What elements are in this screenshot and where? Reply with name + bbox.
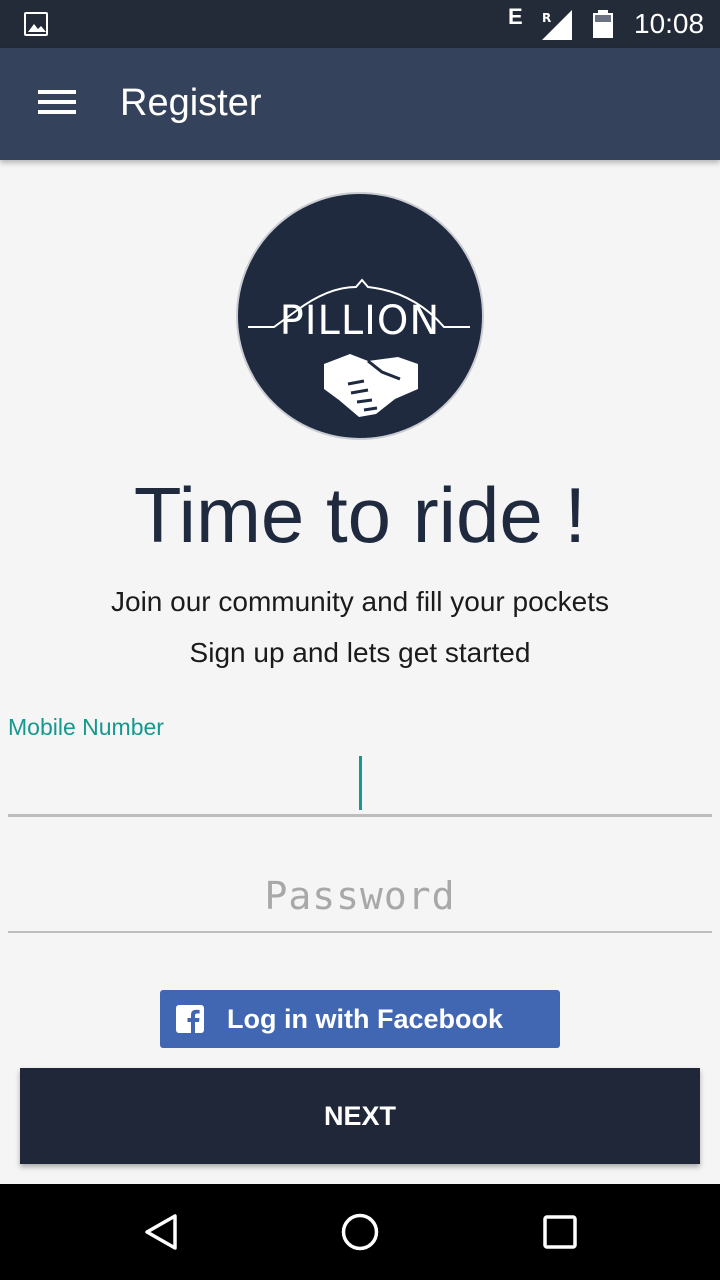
page-title: Register (120, 82, 262, 124)
pillion-logo: PILLION (236, 192, 484, 440)
navigation-bar (0, 1184, 720, 1280)
tagline-line-2: Sign up and lets get started (189, 637, 531, 668)
mobile-number-label: Mobile Number (8, 714, 164, 740)
headline: Time to ride ! (133, 471, 587, 559)
battery-icon (593, 10, 613, 38)
signal-icon: R (542, 10, 572, 40)
facebook-icon (176, 1005, 204, 1033)
logo-text: PILLION (279, 298, 441, 344)
facebook-login-button[interactable]: Log in with Facebook (160, 990, 560, 1048)
recents-icon[interactable] (540, 1212, 580, 1252)
mobile-number-underline (8, 814, 712, 817)
handshake-icon (324, 354, 418, 417)
facebook-login-label: Log in with Facebook (227, 1004, 503, 1034)
clock: 10:08 (634, 8, 705, 39)
back-icon[interactable] (142, 1212, 182, 1252)
hamburger-menu-icon[interactable] (28, 84, 84, 124)
password-underline (8, 931, 712, 933)
password-input[interactable] (8, 872, 712, 920)
home-icon[interactable] (340, 1212, 380, 1252)
app-bar: Register (0, 48, 720, 160)
next-button[interactable]: NEXT (20, 1068, 700, 1164)
tagline-line-1: Join our community and fill your pockets (111, 586, 609, 617)
roaming-indicator: R (542, 11, 551, 25)
text-cursor (359, 756, 362, 810)
network-type: E (508, 4, 523, 29)
status-bar: E R 10:08 (0, 0, 720, 48)
gallery-icon (24, 12, 48, 36)
